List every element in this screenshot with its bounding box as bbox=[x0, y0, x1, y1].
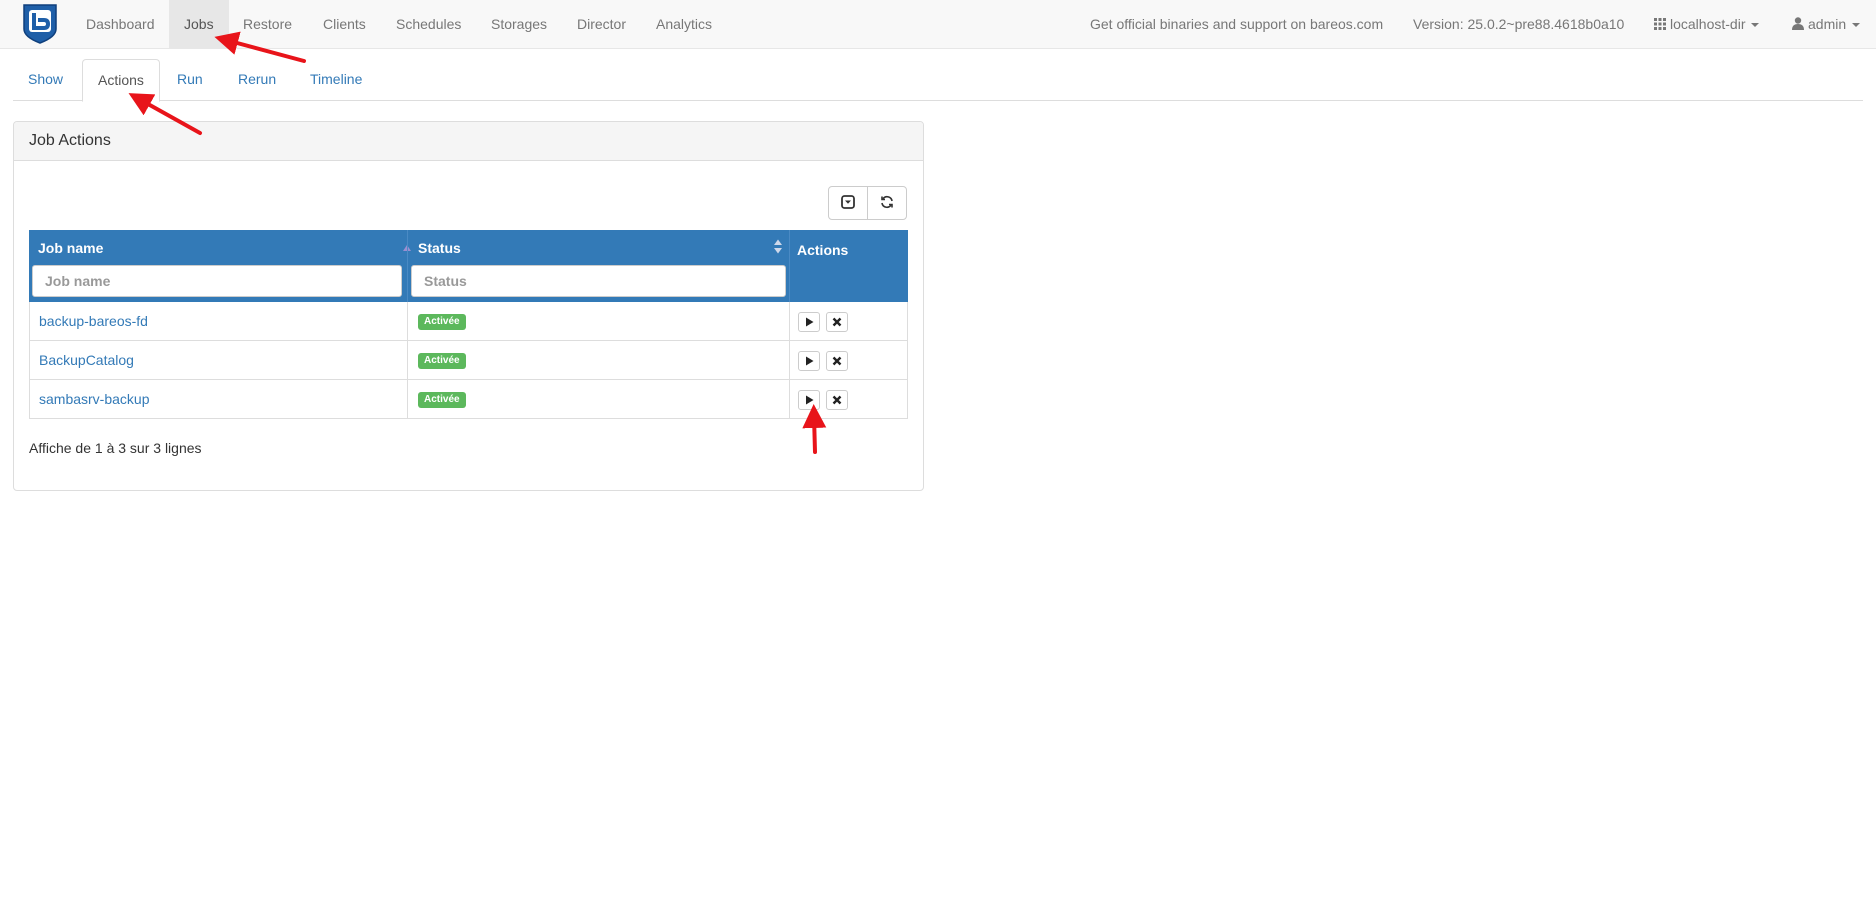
tab-rerun[interactable]: Rerun bbox=[223, 59, 291, 101]
tab-timeline[interactable]: Timeline bbox=[295, 59, 377, 101]
play-icon bbox=[805, 314, 814, 330]
table-body: backup-bareos-fd Activée BackupCatalog A… bbox=[29, 302, 908, 419]
column-divider bbox=[789, 230, 790, 302]
nav-dashboard[interactable]: Dashboard bbox=[71, 0, 170, 49]
nav-director[interactable]: Director bbox=[562, 0, 641, 49]
column-header-job-name[interactable]: Job name bbox=[38, 240, 103, 256]
job-name-filter-input[interactable]: Job name bbox=[32, 265, 402, 297]
cell-divider bbox=[789, 380, 790, 418]
cancel-job-button[interactable] bbox=[826, 312, 848, 332]
run-job-button[interactable] bbox=[798, 351, 820, 371]
job-actions-panel: Job Actions Job name Job name Status Sta… bbox=[13, 121, 924, 491]
cell-divider bbox=[789, 341, 790, 379]
jobs-table: Job name Job name Status Status Actions … bbox=[29, 230, 908, 419]
table-header: Job name Job name Status Status Actions bbox=[29, 230, 908, 302]
cell-divider bbox=[789, 302, 790, 340]
nav-jobs[interactable]: Jobs bbox=[169, 0, 229, 49]
status-badge: Activée bbox=[418, 392, 466, 408]
chevron-down-icon bbox=[1751, 23, 1760, 28]
job-name-link[interactable]: backup-bareos-fd bbox=[39, 302, 148, 340]
cancel-job-button[interactable] bbox=[826, 390, 848, 410]
cell-divider bbox=[407, 341, 408, 379]
nav-clients[interactable]: Clients bbox=[308, 0, 381, 49]
director-label: localhost-dir bbox=[1670, 16, 1746, 32]
status-badge: Activée bbox=[418, 353, 466, 369]
run-job-button[interactable] bbox=[798, 312, 820, 332]
play-icon bbox=[805, 353, 814, 369]
tab-actions[interactable]: Actions bbox=[82, 59, 160, 102]
status-filter-input[interactable]: Status bbox=[411, 265, 786, 297]
column-header-actions: Actions bbox=[797, 242, 849, 258]
panel-title: Job Actions bbox=[14, 122, 923, 161]
table-row: backup-bareos-fd Activée bbox=[30, 302, 907, 341]
tab-show[interactable]: Show bbox=[13, 59, 78, 101]
play-icon bbox=[805, 392, 814, 408]
bareos-logo[interactable] bbox=[20, 3, 60, 44]
toggle-icon bbox=[841, 194, 855, 212]
nav-analytics[interactable]: Analytics bbox=[641, 0, 727, 49]
run-job-button[interactable] bbox=[798, 390, 820, 410]
grid-icon bbox=[1654, 1, 1666, 49]
chevron-down-icon bbox=[1852, 23, 1861, 28]
job-name-link[interactable]: BackupCatalog bbox=[39, 341, 134, 379]
cancel-job-button[interactable] bbox=[826, 351, 848, 371]
user-icon bbox=[1792, 1, 1804, 49]
nav-storages[interactable]: Storages bbox=[476, 0, 562, 49]
job-tabs: Show Actions Run Rerun Timeline bbox=[13, 59, 1863, 102]
nav-restore[interactable]: Restore bbox=[228, 0, 307, 49]
table-row: BackupCatalog Activée bbox=[30, 341, 907, 380]
tab-run[interactable]: Run bbox=[162, 59, 218, 101]
support-link[interactable]: Get official binaries and support on bar… bbox=[1090, 0, 1383, 49]
job-name-link[interactable]: sambasrv-backup bbox=[39, 380, 150, 418]
user-label: admin bbox=[1808, 16, 1847, 32]
table-row: sambasrv-backup Activée bbox=[30, 380, 907, 419]
close-icon bbox=[832, 392, 842, 408]
user-dropdown[interactable]: admin bbox=[1792, 0, 1861, 49]
top-navbar: Dashboard Jobs Restore Clients Schedules… bbox=[0, 0, 1876, 49]
status-badge: Activée bbox=[418, 314, 466, 330]
close-icon bbox=[832, 314, 842, 330]
cell-divider bbox=[407, 302, 408, 340]
cell-divider bbox=[407, 380, 408, 418]
director-dropdown[interactable]: localhost-dir bbox=[1654, 0, 1760, 49]
table-pagination-info: Affiche de 1 à 3 sur 3 lignes bbox=[29, 440, 202, 456]
toggle-button[interactable] bbox=[828, 186, 868, 220]
refresh-button[interactable] bbox=[867, 186, 907, 220]
column-divider bbox=[407, 230, 408, 302]
sort-both-icon[interactable] bbox=[773, 239, 783, 258]
column-header-status[interactable]: Status bbox=[418, 240, 461, 256]
version-text: Version: 25.0.2~pre88.4618b0a10 bbox=[1413, 16, 1625, 32]
close-icon bbox=[832, 353, 842, 369]
refresh-icon bbox=[880, 195, 894, 212]
nav-schedules[interactable]: Schedules bbox=[381, 0, 476, 49]
